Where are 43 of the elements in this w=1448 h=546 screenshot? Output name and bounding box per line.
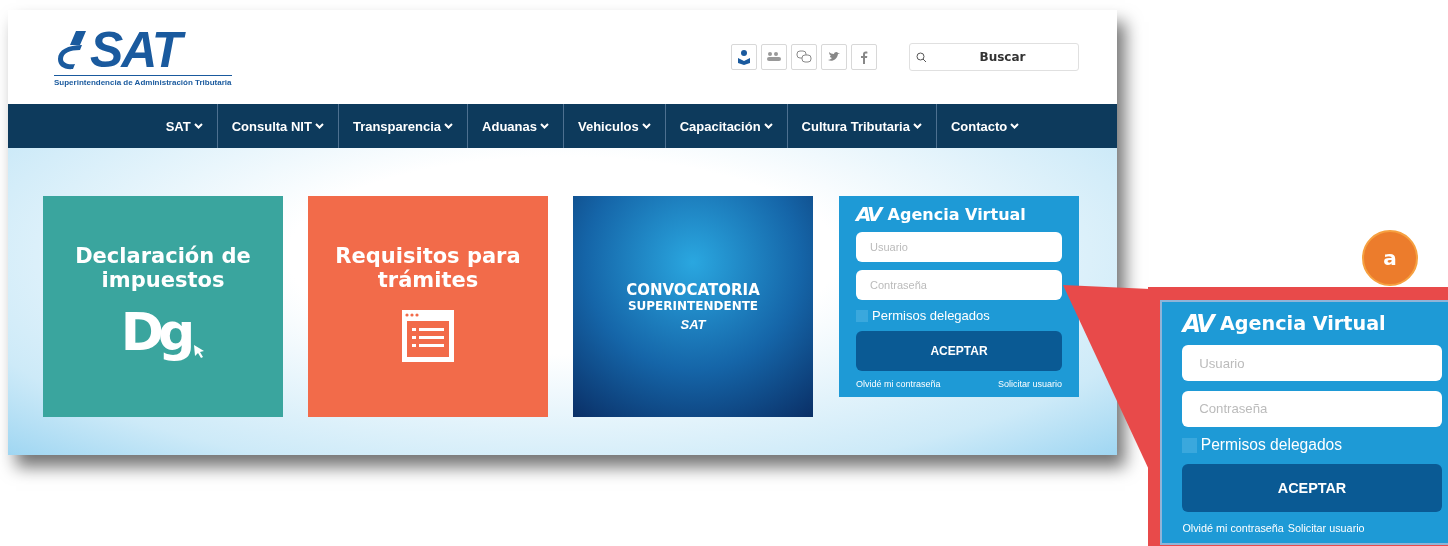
nav-item[interactable]: Contacto: [936, 104, 1034, 148]
callout-badge: a: [1362, 230, 1418, 286]
search-field[interactable]: Buscar: [909, 43, 1079, 71]
chevron-icon: [1010, 123, 1020, 129]
bird-icon: [827, 51, 841, 63]
chevron-icon: [641, 123, 651, 129]
banner-title: CONVOCATORIA: [626, 281, 760, 299]
password-field[interactable]: Contraseña: [856, 270, 1062, 300]
social-link[interactable]: [851, 44, 877, 70]
checkbox-label: Permisos delegados: [872, 308, 990, 323]
chevron-icon: [314, 123, 324, 129]
chevron-icon: [193, 123, 203, 129]
search-icon: [916, 51, 927, 63]
banner-subtitle: SUPERINTENDENTE: [627, 299, 759, 313]
social-link[interactable]: [821, 44, 847, 70]
banner-logo: SAT: [680, 317, 706, 332]
panel-title: Agencia Virtual: [1219, 312, 1386, 336]
checkbox[interactable]: [856, 309, 868, 322]
username-field[interactable]: Usuario: [856, 232, 1062, 262]
tile-title: Requisitos para trámites: [334, 244, 522, 292]
checkbox-label: Permisos delegados: [1200, 436, 1343, 455]
accept-button[interactable]: ACEPTAR: [856, 331, 1062, 371]
accept-button[interactable]: ACEPTAR: [1182, 463, 1442, 512]
chevron-icon: [539, 123, 549, 129]
password-field[interactable]: Contraseña: [1182, 390, 1442, 427]
chevron-icon: [912, 123, 922, 129]
cursor-icon: [193, 344, 206, 358]
logo-tagline: Superintendencia de Administración Tributaria: [54, 75, 232, 87]
chevron-icon: [763, 123, 773, 129]
panel-title: Agencia Virtual: [887, 204, 1026, 224]
facebook-icon: [860, 50, 868, 64]
tile-title: Declaración de impuestos: [74, 244, 252, 292]
logo-mark: AV: [856, 204, 880, 224]
person-icon: [736, 49, 752, 65]
username-field[interactable]: Usuario: [1182, 345, 1442, 382]
group-icon: [766, 51, 782, 63]
checkbox[interactable]: [1182, 438, 1197, 453]
chat-icon: [796, 50, 812, 64]
list-window-icon: [402, 310, 454, 362]
social-link[interactable]: [731, 44, 757, 70]
chevron-icon: [444, 123, 454, 129]
banner-tile[interactable]: CONVOCATORIA SUPERINTENDENTE SAT: [573, 196, 813, 417]
social-link[interactable]: [791, 44, 817, 70]
